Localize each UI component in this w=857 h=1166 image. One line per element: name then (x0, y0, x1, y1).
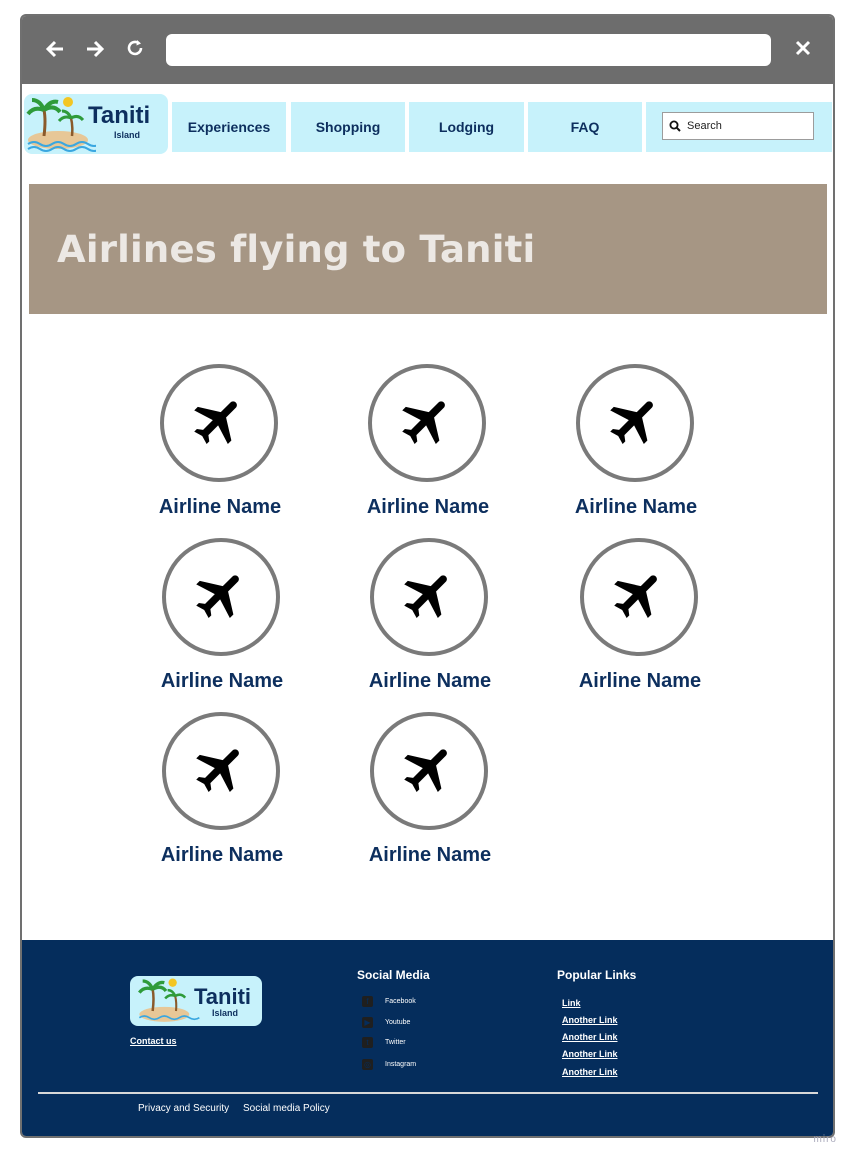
airline-card[interactable]: Airline Name (340, 712, 520, 872)
social-twitter[interactable]: t Twitter (362, 1037, 406, 1048)
airline-logo-circle (368, 364, 486, 482)
airline-name: Airline Name (160, 844, 284, 866)
airline-name: Airline Name (158, 496, 282, 518)
social-facebook[interactable]: f Facebook (362, 996, 416, 1007)
instagram-icon: ◎ (362, 1059, 373, 1070)
palm-island-icon (26, 97, 96, 152)
arrow-right-icon[interactable] (82, 38, 108, 64)
facebook-icon: f (362, 996, 373, 1007)
airline-logo-circle (162, 712, 280, 830)
social-label: Twitter (385, 1039, 406, 1046)
footer-link[interactable]: Another Link (562, 1067, 618, 1077)
arrow-left-icon[interactable] (42, 38, 68, 64)
airline-card[interactable]: Airline Name (130, 364, 310, 524)
airline-name: Airline Name (578, 670, 702, 692)
contact-link[interactable]: Contact us (130, 1036, 177, 1046)
social-label: Facebook (385, 998, 416, 1005)
logo-subtitle: Island (114, 130, 141, 140)
airline-card[interactable]: Airline Name (338, 364, 518, 524)
site-logo[interactable]: Taniti Island (24, 94, 168, 154)
popular-links-heading: Popular Links (557, 968, 637, 982)
airplane-icon (191, 739, 251, 804)
close-icon[interactable] (790, 38, 816, 64)
airline-card[interactable]: Airline Name (550, 538, 730, 698)
airline-card[interactable]: Airline Name (340, 538, 520, 698)
footer-link[interactable]: Another Link (562, 1032, 618, 1042)
search-container (646, 102, 832, 152)
airplane-icon (399, 565, 459, 630)
airline-name: Airline Name (368, 844, 492, 866)
privacy-link[interactable]: Privacy and Security (138, 1103, 229, 1114)
nav-item-shopping[interactable]: Shopping (291, 102, 405, 152)
hero-banner: Airlines flying to Taniti (29, 184, 827, 314)
airline-logo-circle (370, 712, 488, 830)
airplane-icon (189, 391, 249, 456)
youtube-icon: ▶ (362, 1017, 373, 1028)
palm-island-icon (138, 978, 200, 1022)
footer-logo-subtitle: Island (212, 1008, 239, 1018)
social-policy-link[interactable]: Social media Policy (243, 1103, 330, 1114)
nav-item-lodging[interactable]: Lodging (409, 102, 524, 152)
footer-link[interactable]: Another Link (562, 1015, 618, 1025)
watermark: miro (813, 1134, 837, 1145)
footer-logo[interactable]: Taniti Island (130, 976, 262, 1026)
airline-card[interactable]: Airline Name (546, 364, 726, 524)
airline-logo-circle (160, 364, 278, 482)
airline-logo-circle (576, 364, 694, 482)
airline-card[interactable]: Airline Name (132, 712, 312, 872)
airplane-icon (191, 565, 251, 630)
page-title: Airlines flying to Taniti (57, 228, 536, 271)
address-bar[interactable] (166, 34, 771, 66)
airplane-icon (397, 391, 457, 456)
search-icon (669, 120, 681, 132)
site-footer: Taniti Island Contact us Social Media f F… (22, 940, 833, 1136)
nav-item-faq[interactable]: FAQ (528, 102, 642, 152)
browser-toolbar (22, 16, 833, 84)
airline-name: Airline Name (366, 496, 490, 518)
footer-divider (38, 1092, 818, 1094)
footer-logo-name: Taniti (194, 984, 252, 1009)
search-box[interactable] (662, 112, 814, 140)
twitter-icon: t (362, 1037, 373, 1048)
airplane-icon (399, 739, 459, 804)
nav-item-experiences[interactable]: Experiences (172, 102, 286, 152)
airline-name: Airline Name (160, 670, 284, 692)
logo-name: Taniti (88, 102, 151, 129)
site-navigation: Taniti Island Experiences Shopping Lodgi… (22, 94, 833, 156)
footer-link[interactable]: Another Link (562, 1049, 618, 1059)
airline-logo-circle (580, 538, 698, 656)
search-input[interactable] (685, 119, 807, 133)
airplane-icon (605, 391, 665, 456)
airline-name: Airline Name (574, 496, 698, 518)
social-label: Youtube (385, 1019, 411, 1026)
airline-logo-circle (162, 538, 280, 656)
footer-link[interactable]: Link (562, 998, 581, 1008)
reload-icon[interactable] (122, 38, 148, 64)
social-instagram[interactable]: ◎ Instagram (362, 1059, 416, 1070)
airplane-icon (609, 565, 669, 630)
airline-name: Airline Name (368, 670, 492, 692)
airline-card[interactable]: Airline Name (132, 538, 312, 698)
browser-window: Taniti Island Experiences Shopping Lodgi… (20, 14, 835, 1138)
social-label: Instagram (385, 1061, 417, 1068)
social-youtube[interactable]: ▶ Youtube (362, 1017, 410, 1028)
airline-logo-circle (370, 538, 488, 656)
social-heading: Social Media (357, 968, 430, 982)
